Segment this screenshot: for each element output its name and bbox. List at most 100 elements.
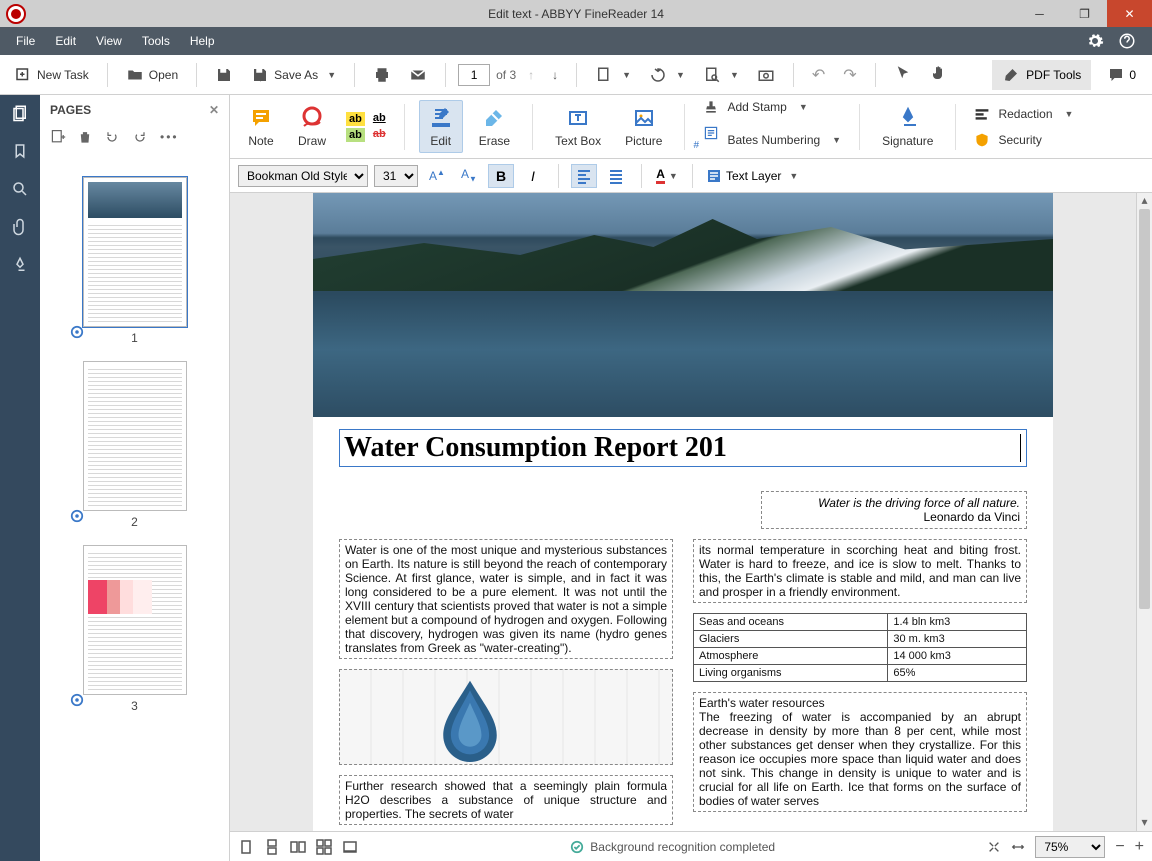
menu-help[interactable]: Help (180, 27, 225, 55)
document-title-edit[interactable]: Water Consumption Report 201 (339, 429, 1027, 467)
rotate-left-icon[interactable] (104, 129, 120, 145)
pages-panel-tab[interactable] (8, 101, 32, 125)
align-justify-button[interactable] (603, 164, 629, 188)
align-left-button[interactable] (571, 164, 597, 188)
chevron-down-icon: ▼ (327, 70, 336, 80)
table-cell: 1.4 bln km3 (888, 614, 1027, 631)
vertical-scrollbar[interactable]: ▴ ▾ (1136, 193, 1152, 831)
edit-tool[interactable]: Edit (419, 100, 463, 153)
document-viewport[interactable]: Water Consumption Report 201 Water is th… (230, 193, 1136, 831)
scroll-up-icon[interactable]: ▴ (1141, 193, 1147, 209)
text-layer-button[interactable]: Text Layer ▼ (705, 164, 799, 188)
signatures-tab[interactable] (8, 253, 32, 277)
menu-file[interactable]: File (6, 27, 45, 55)
scroll-thumb[interactable] (1139, 209, 1150, 609)
menu-view[interactable]: View (86, 27, 132, 55)
rotate-right-icon[interactable] (132, 129, 148, 145)
decrease-font-button[interactable]: A▼ (456, 164, 482, 188)
minimize-button[interactable]: ─ (1017, 0, 1062, 27)
hand-tool-button[interactable] (924, 60, 954, 89)
bold-button[interactable]: B (488, 164, 514, 188)
picture-tool[interactable]: Picture (617, 101, 670, 152)
textbox-tool[interactable]: Text Box (547, 101, 609, 152)
scroll-down-icon[interactable]: ▾ (1141, 815, 1147, 831)
separator (354, 63, 355, 87)
zoom-select[interactable]: 75% (1035, 836, 1105, 858)
close-panel-button[interactable]: ✕ (209, 103, 219, 117)
rotate-button[interactable]: ▼ (643, 62, 691, 88)
save-as-button[interactable]: Save As ▼ (245, 62, 342, 88)
settings-icon[interactable] (1086, 32, 1104, 50)
add-page-icon[interactable] (50, 129, 66, 145)
next-page-button[interactable]: ↓ (546, 64, 564, 86)
comments-button[interactable]: 0 (1099, 66, 1144, 84)
redo-button[interactable]: ↷ (837, 61, 862, 89)
font-family-select[interactable]: Bookman Old Style (238, 165, 368, 187)
draw-tool[interactable]: Draw (290, 101, 334, 152)
fullscreen-button[interactable] (342, 839, 358, 855)
edit-ribbon: Note Draw ab ab ab ab Edit (230, 95, 1152, 159)
open-button[interactable]: Open (120, 62, 184, 88)
more-icon[interactable]: ••• (160, 130, 179, 144)
add-page-button[interactable]: ▼ (589, 62, 637, 88)
pointer-tool-button[interactable] (888, 60, 918, 89)
text-block[interactable]: Earth's water resources The freezing of … (693, 692, 1027, 812)
erase-tool[interactable]: Erase (471, 101, 518, 152)
redaction-button[interactable]: Redaction ▼ (970, 104, 1077, 124)
help-icon[interactable] (1118, 32, 1136, 50)
two-page-cont-button[interactable] (316, 839, 332, 855)
text-block[interactable]: its normal temperature in scorching heat… (693, 539, 1027, 603)
security-button[interactable]: Security (970, 130, 1077, 150)
highlight2-icon[interactable]: ab (346, 128, 365, 142)
page-thumbnail-1[interactable]: 1 (64, 177, 205, 345)
single-page-view-button[interactable] (238, 839, 254, 855)
strikeout-icon[interactable]: ab (373, 128, 386, 142)
quote-block[interactable]: Water is the driving force of all nature… (761, 491, 1027, 529)
continuous-view-button[interactable] (264, 839, 280, 855)
undo-button[interactable]: ↶ (806, 61, 831, 89)
print-button[interactable] (367, 62, 397, 88)
menu-tools[interactable]: Tools (132, 27, 180, 55)
highlight-icon[interactable]: ab (346, 112, 365, 126)
delete-page-icon[interactable] (78, 130, 92, 144)
underline-icon[interactable]: ab (373, 112, 386, 126)
italic-button[interactable]: I (520, 164, 546, 188)
maximize-button[interactable]: ❐ (1062, 0, 1107, 27)
pdf-tools-button[interactable]: PDF Tools (992, 60, 1091, 90)
save-button[interactable] (209, 62, 239, 88)
find-button[interactable]: ▼ (697, 62, 745, 88)
bates-button[interactable]: # Bates Numbering ▼ (699, 123, 845, 157)
email-button[interactable] (403, 62, 433, 88)
menu-edit[interactable]: Edit (45, 27, 86, 55)
search-tab[interactable] (8, 177, 32, 201)
new-task-label: New Task (37, 68, 89, 82)
separator (859, 104, 860, 150)
page-thumbnail-2[interactable]: 2 (64, 361, 205, 529)
zoom-in-button[interactable]: + (1135, 838, 1144, 856)
signature-tool[interactable]: Signature (874, 101, 941, 152)
ocr-button[interactable] (751, 62, 781, 88)
scroll-track[interactable] (1137, 209, 1152, 815)
page-thumbnail-3[interactable]: 3 (64, 545, 205, 713)
data-table[interactable]: Seas and oceans1.4 bln km3 Glaciers30 m.… (693, 613, 1027, 682)
close-button[interactable]: ✕ (1107, 0, 1152, 27)
increase-font-button[interactable]: A▲ (424, 164, 450, 188)
zoom-out-button[interactable]: − (1115, 838, 1124, 856)
text-block[interactable]: Further research showed that a seemingly… (339, 775, 673, 825)
prev-page-button[interactable]: ↑ (522, 64, 540, 86)
edit-label: Edit (430, 134, 451, 148)
add-stamp-button[interactable]: Add Stamp ▼ (699, 97, 845, 117)
font-color-button[interactable]: A▼ (654, 164, 680, 188)
menu-bar: File Edit View Tools Help (0, 27, 1152, 55)
infographic-block[interactable] (339, 669, 673, 765)
new-task-button[interactable]: New Task (8, 62, 95, 88)
note-tool[interactable]: Note (240, 101, 282, 152)
fit-width-button[interactable] (1011, 840, 1025, 854)
attachments-tab[interactable] (8, 215, 32, 239)
two-page-view-button[interactable] (290, 839, 306, 855)
font-size-select[interactable]: 31 (374, 165, 418, 187)
fit-page-button[interactable] (987, 840, 1001, 854)
text-block[interactable]: Water is one of the most unique and myst… (339, 539, 673, 659)
bookmarks-tab[interactable] (8, 139, 32, 163)
page-number-input[interactable] (458, 64, 490, 86)
